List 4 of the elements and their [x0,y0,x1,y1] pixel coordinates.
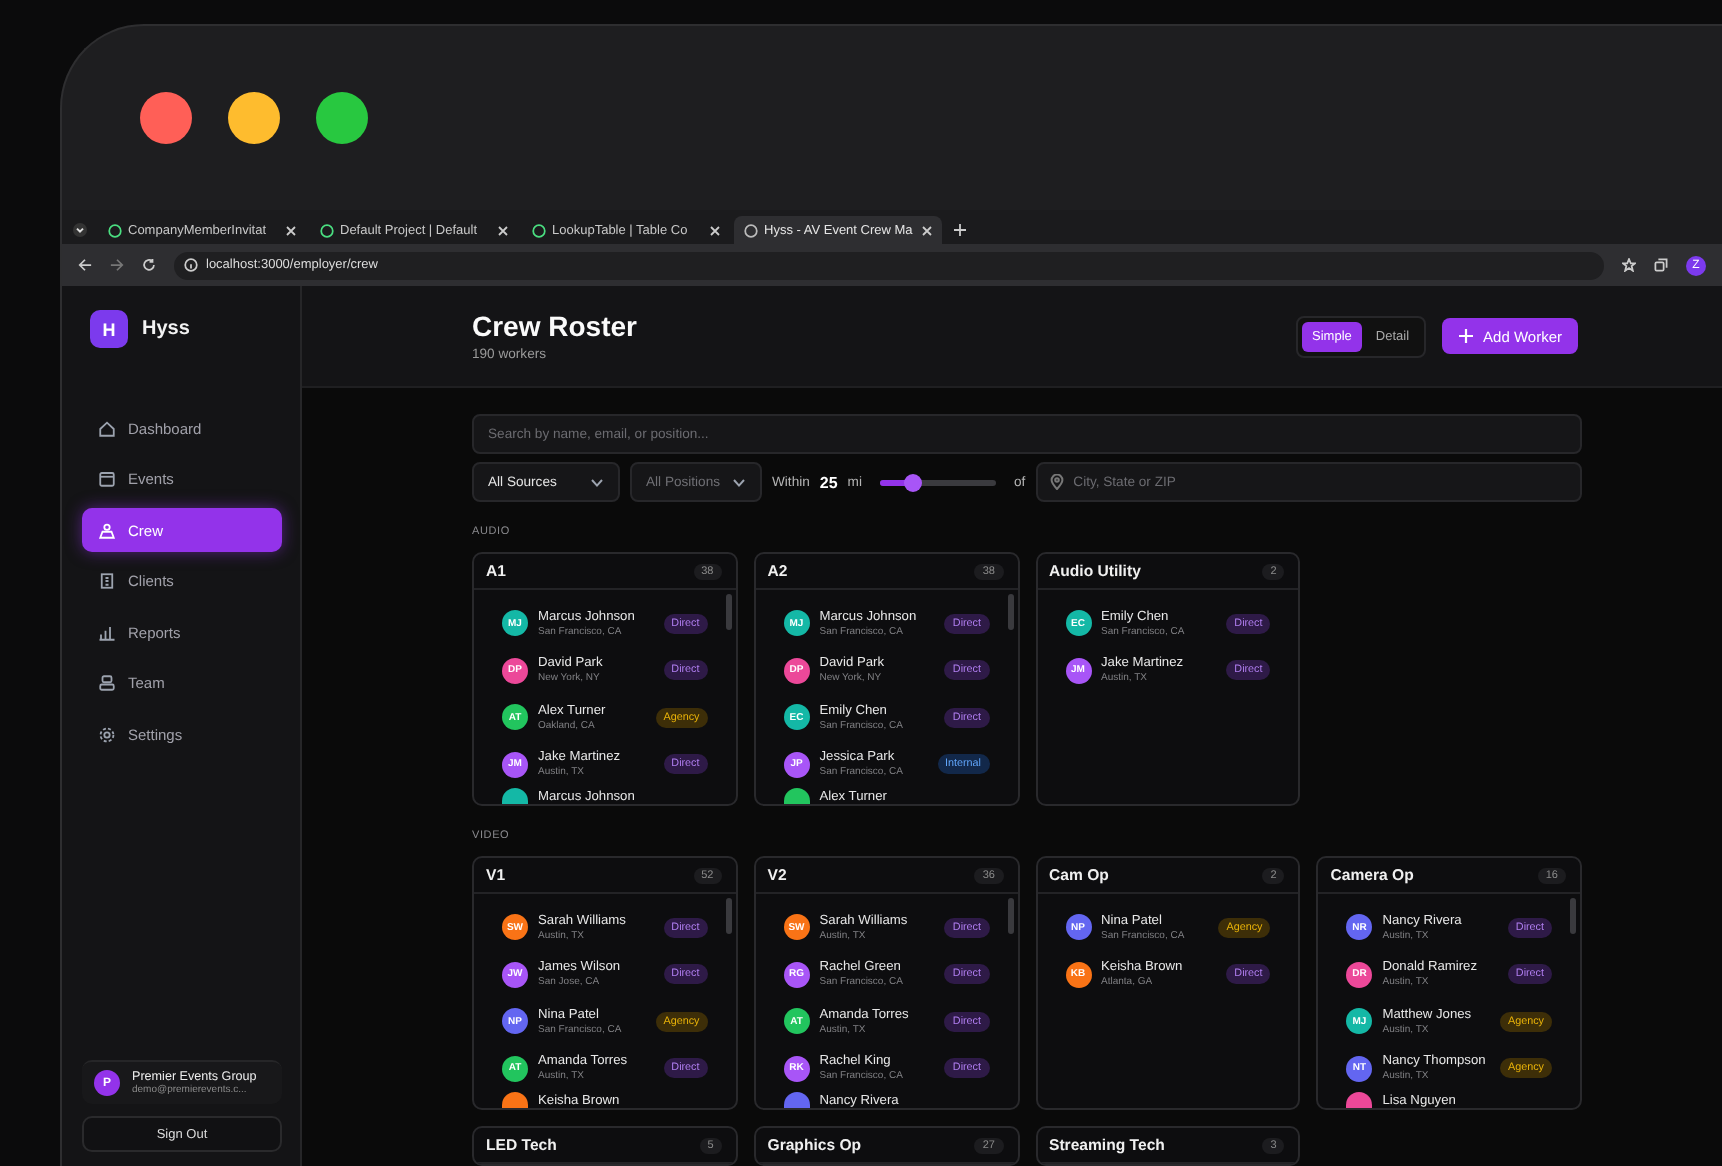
radius-value: 25 [819,473,838,491]
brand-logo: H [90,310,128,348]
page-title: Crew Roster [472,310,637,342]
brand-name: Hyss [142,318,190,340]
